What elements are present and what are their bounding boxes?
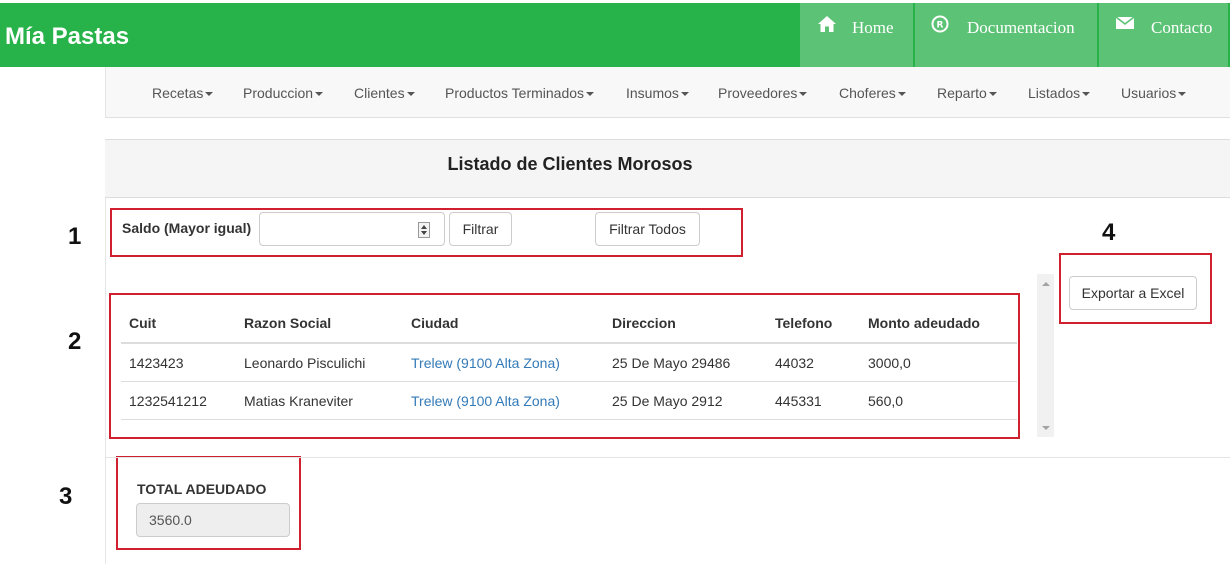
cell-telefono: 44032	[767, 343, 860, 382]
registered-icon: R	[931, 15, 949, 38]
svg-text:R: R	[937, 21, 944, 31]
panel-border	[105, 139, 106, 564]
scroll-down-arrow-icon[interactable]	[1042, 426, 1050, 430]
column-header-ciudad: Ciudad	[403, 304, 604, 344]
menu-listados[interactable]: Listados	[1028, 85, 1091, 101]
table-row: 1232541212 Matias Kraneviter Trelew (910…	[121, 381, 1017, 420]
caret-down-icon	[406, 92, 415, 97]
envelope-icon	[1115, 15, 1135, 36]
top-navbar: Mía Pastas Home R Documentacion Contacto	[0, 3, 1230, 67]
cell-ciudad-link[interactable]: Trelew (9100 Alta Zona)	[403, 343, 604, 382]
annotation-number-1: 1	[68, 223, 82, 250]
home-icon	[817, 15, 837, 38]
annotation-number-2: 2	[68, 328, 82, 355]
nav-contacto-label: Contacto	[1151, 18, 1213, 37]
spinner-arrows-icon[interactable]	[418, 222, 430, 238]
menu-clientes[interactable]: Clientes	[354, 85, 415, 101]
cell-cuit: 1232541212	[121, 381, 236, 420]
column-header-cuit: Cuit	[121, 304, 236, 344]
table-header-row: Cuit Razon Social Ciudad Direccion Telef…	[121, 304, 1017, 344]
column-header-razon-social: Razon Social	[236, 304, 403, 344]
caret-down-icon	[315, 92, 324, 97]
clientes-morosos-table: Cuit Razon Social Ciudad Direccion Telef…	[121, 304, 1017, 420]
main-menu: Recetas Produccion Clientes Productos Te…	[105, 67, 1230, 118]
cell-monto: 3000,0	[860, 343, 1017, 382]
cell-monto: 560,0	[860, 381, 1017, 420]
caret-down-icon	[205, 92, 214, 97]
caret-down-icon	[680, 92, 689, 97]
nav-documentacion[interactable]: R Documentacion	[915, 3, 1097, 67]
column-header-monto-adeudado: Monto adeudado	[860, 304, 1017, 344]
filtrar-button[interactable]: Filtrar	[449, 212, 512, 246]
cell-razon-social: Matias Kraneviter	[236, 381, 403, 420]
cell-direccion: 25 De Mayo 2912	[604, 381, 767, 420]
nav-documentacion-label: Documentacion	[967, 18, 1075, 37]
menu-recetas[interactable]: Recetas	[152, 85, 214, 101]
nav-home[interactable]: Home	[800, 3, 913, 67]
exportar-excel-button[interactable]: Exportar a Excel	[1069, 276, 1197, 310]
menu-reparto[interactable]: Reparto	[937, 85, 997, 101]
filtrar-todos-button[interactable]: Filtrar Todos	[595, 212, 700, 246]
caret-down-icon	[1178, 92, 1187, 97]
section-divider	[106, 457, 1230, 458]
saldo-label: Saldo (Mayor igual)	[122, 220, 252, 236]
menu-proveedores[interactable]: Proveedores	[718, 85, 808, 101]
cell-cuit: 1423423	[121, 343, 236, 382]
cell-direccion: 25 De Mayo 29486	[604, 343, 767, 382]
column-header-telefono: Telefono	[767, 304, 860, 344]
menu-usuarios[interactable]: Usuarios	[1121, 85, 1187, 101]
cell-telefono: 445331	[767, 381, 860, 420]
annotation-number-3: 3	[59, 483, 73, 510]
caret-down-icon	[988, 92, 997, 97]
table-row: 1423423 Leonardo Pisculichi Trelew (9100…	[121, 343, 1017, 382]
menu-choferes[interactable]: Choferes	[839, 85, 906, 101]
scroll-up-arrow-icon[interactable]	[1042, 282, 1050, 286]
caret-down-icon	[897, 92, 906, 97]
column-header-direccion: Direccion	[604, 304, 767, 344]
brand-logo[interactable]: Mía Pastas	[5, 23, 129, 51]
page-title: Listado de Clientes Morosos	[447, 154, 693, 174]
saldo-input[interactable]	[259, 212, 445, 246]
menu-productos-terminados[interactable]: Productos Terminados	[445, 85, 595, 101]
menu-insumos[interactable]: Insumos	[626, 85, 689, 101]
cell-razon-social: Leonardo Pisculichi	[236, 343, 403, 382]
caret-down-icon	[586, 92, 595, 97]
total-adeudado-label: TOTAL ADEUDADO	[137, 481, 267, 497]
caret-down-icon	[799, 92, 808, 97]
table-scrollbar[interactable]	[1037, 274, 1054, 437]
cell-ciudad-link[interactable]: Trelew (9100 Alta Zona)	[403, 381, 604, 420]
annotation-number-4: 4	[1102, 219, 1116, 246]
nav-contacto[interactable]: Contacto	[1099, 3, 1228, 67]
caret-down-icon	[1082, 92, 1091, 97]
menu-produccion[interactable]: Produccion	[243, 85, 324, 101]
nav-home-label: Home	[852, 18, 894, 37]
total-adeudado-field: 3560.0	[136, 503, 290, 537]
